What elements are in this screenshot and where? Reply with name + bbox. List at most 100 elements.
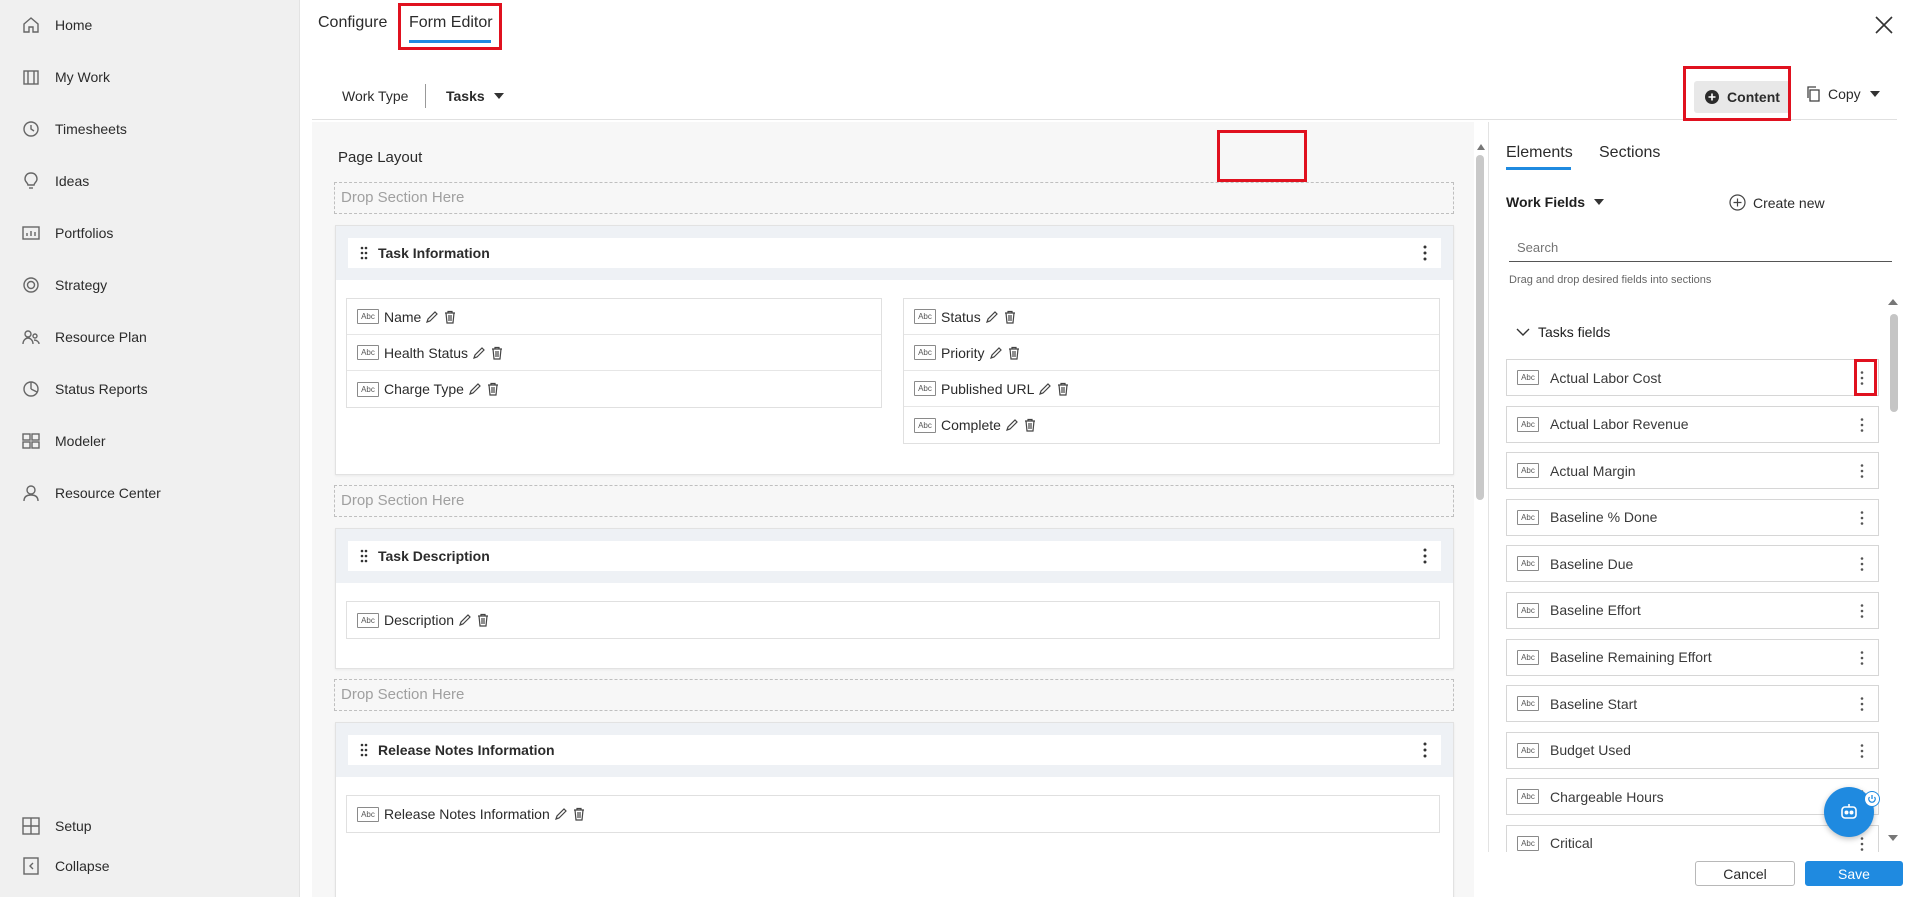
pencil-icon[interactable]: [472, 346, 486, 360]
drop-zone[interactable]: Drop Section Here: [334, 182, 1454, 214]
section-title-bar[interactable]: Task Description: [348, 541, 1441, 571]
scroll-down-arrow-icon[interactable]: [1888, 835, 1898, 841]
pencil-icon[interactable]: [985, 310, 999, 324]
more-vertical-icon[interactable]: [1852, 461, 1872, 481]
trash-icon[interactable]: [1007, 346, 1021, 360]
more-vertical-icon[interactable]: [1852, 648, 1872, 668]
pencil-icon[interactable]: [468, 382, 482, 396]
nav-item-portfolios[interactable]: Portfolios: [20, 213, 113, 253]
tasks-fields-group-toggle[interactable]: Tasks fields: [1516, 324, 1610, 340]
pencil-icon[interactable]: [458, 613, 472, 627]
field-row[interactable]: Abc Status: [904, 299, 1439, 335]
pencil-icon[interactable]: [554, 807, 568, 821]
scroll-up-arrow-icon[interactable]: [1888, 299, 1898, 305]
nav-item-home[interactable]: Home: [20, 5, 92, 45]
tab-sections[interactable]: Sections: [1599, 144, 1660, 162]
pencil-icon[interactable]: [1038, 382, 1052, 396]
setup-icon: [20, 815, 42, 837]
more-vertical-icon[interactable]: [1415, 243, 1435, 263]
work-type-select[interactable]: Tasks: [446, 88, 504, 104]
power-icon[interactable]: [1864, 791, 1880, 807]
more-vertical-icon[interactable]: [1852, 508, 1872, 528]
field-row[interactable]: Abc Health Status: [347, 335, 881, 371]
pencil-icon[interactable]: [1005, 418, 1019, 432]
close-icon[interactable]: [1873, 14, 1897, 38]
section-header: Task Information: [336, 226, 1453, 280]
field-row[interactable]: Abc Published URL: [904, 371, 1439, 407]
section-title-bar[interactable]: Task Information: [348, 238, 1441, 268]
pencil-icon[interactable]: [989, 346, 1003, 360]
save-button[interactable]: Save: [1805, 861, 1903, 886]
chart-icon: [20, 222, 42, 244]
trash-icon[interactable]: [490, 346, 504, 360]
more-vertical-icon[interactable]: [1415, 740, 1435, 760]
highlight-box-content: [1683, 66, 1791, 121]
pencil-icon[interactable]: [425, 310, 439, 324]
list-item[interactable]: Abc Actual Labor Cost: [1506, 359, 1879, 396]
section-title-bar[interactable]: Release Notes Information: [348, 735, 1441, 765]
section-header: Task Description: [336, 529, 1453, 583]
more-vertical-icon[interactable]: [1852, 601, 1872, 621]
drop-zone[interactable]: Drop Section Here: [334, 485, 1454, 517]
trash-icon[interactable]: [572, 807, 586, 821]
nav-item-strategy[interactable]: Strategy: [20, 265, 107, 305]
list-item[interactable]: Abc Budget Used: [1506, 731, 1879, 769]
trash-icon[interactable]: [1003, 310, 1017, 324]
nav-item-resource-center[interactable]: Resource Center: [20, 473, 161, 513]
panel-scroll-thumb[interactable]: [1890, 314, 1898, 412]
work-fields-dropdown[interactable]: Work Fields: [1506, 194, 1605, 210]
list-item[interactable]: Abc Baseline Due: [1506, 545, 1879, 583]
scroll-up-arrow-icon[interactable]: [1477, 144, 1485, 150]
field-row[interactable]: Abc Description: [347, 602, 1439, 638]
drop-zone[interactable]: Drop Section Here: [334, 679, 1454, 711]
field-row[interactable]: Abc Complete: [904, 407, 1439, 443]
more-vertical-icon[interactable]: [1852, 694, 1872, 714]
list-item[interactable]: Abc Critical: [1506, 824, 1879, 852]
more-vertical-icon[interactable]: [1415, 546, 1435, 566]
field-row[interactable]: Abc Charge Type: [347, 371, 881, 407]
list-item[interactable]: Abc Actual Labor Revenue: [1506, 405, 1879, 443]
copy-button[interactable]: Copy: [1806, 86, 1880, 102]
trash-icon[interactable]: [1023, 418, 1037, 432]
tab-elements[interactable]: Elements: [1506, 144, 1573, 162]
canvas-scroll-thumb[interactable]: [1476, 155, 1484, 500]
nav-item-collapse[interactable]: Collapse: [20, 846, 109, 886]
trash-icon[interactable]: [486, 382, 500, 396]
more-vertical-icon[interactable]: [1852, 554, 1872, 574]
nav-label-collapse: Collapse: [55, 858, 110, 874]
trash-icon[interactable]: [1056, 382, 1070, 396]
nav-item-timesheets[interactable]: Timesheets: [20, 109, 127, 149]
field-row[interactable]: Abc Release Notes Information: [347, 796, 1439, 832]
trash-icon[interactable]: [443, 310, 457, 324]
tab-configure[interactable]: Configure: [318, 14, 387, 32]
text-field-icon: Abc: [914, 417, 936, 433]
nav-item-ideas[interactable]: Ideas: [20, 161, 89, 201]
cancel-button[interactable]: Cancel: [1695, 861, 1795, 886]
nav-item-my-work[interactable]: My Work: [20, 57, 110, 97]
drag-handle-icon[interactable]: [356, 548, 372, 564]
list-item[interactable]: Abc Baseline Effort: [1506, 591, 1879, 629]
nav-item-resource-plan[interactable]: Resource Plan: [20, 317, 147, 357]
field-label: Published URL: [941, 380, 1035, 397]
nav-item-modeler[interactable]: Modeler: [20, 421, 106, 461]
list-item[interactable]: Abc Actual Margin: [1506, 452, 1879, 490]
more-vertical-icon[interactable]: [1852, 415, 1872, 435]
trash-icon[interactable]: [476, 613, 490, 627]
list-item[interactable]: Abc Baseline Remaining Effort: [1506, 638, 1879, 676]
work-type-label: Work Type: [342, 88, 409, 104]
create-new-button[interactable]: Create new: [1729, 194, 1825, 211]
field-row[interactable]: Abc Name: [347, 299, 881, 335]
elements-list: Abc Actual Labor Cost Abc Actual Labor Rev…: [1506, 359, 1879, 852]
field-label: Priority: [941, 344, 985, 361]
list-item[interactable]: Abc Baseline % Done: [1506, 498, 1879, 536]
nav-item-status-reports[interactable]: Status Reports: [20, 369, 148, 409]
more-vertical-icon[interactable]: [1852, 741, 1872, 761]
element-label: Baseline Start: [1550, 695, 1638, 712]
search-input[interactable]: [1509, 234, 1892, 262]
drag-handle-icon[interactable]: [356, 742, 372, 758]
drag-handle-icon[interactable]: [356, 245, 372, 261]
nav-item-setup[interactable]: Setup: [20, 806, 92, 846]
field-row[interactable]: Abc Priority: [904, 335, 1439, 371]
more-vertical-icon[interactable]: [1852, 834, 1872, 852]
list-item[interactable]: Abc Baseline Start: [1506, 685, 1879, 723]
